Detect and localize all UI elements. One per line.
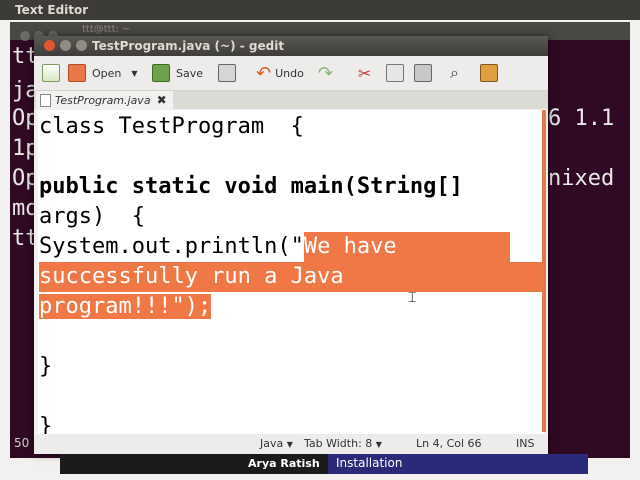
chevron-down-icon: ▼ — [286, 440, 293, 449]
cursor-position: Ln 4, Col 66 — [416, 437, 482, 450]
toolbar: Open ▼ Save ↶ Undo ↷ ✂ ⌕ — [34, 56, 548, 91]
paste-icon — [414, 64, 432, 82]
language-label: Java — [260, 437, 284, 450]
insert-mode: INS — [516, 437, 535, 450]
top-panel: Text Editor — [0, 0, 640, 20]
close-icon[interactable]: ✖ — [157, 93, 167, 107]
new-document-icon — [42, 64, 60, 82]
replace-button[interactable] — [480, 63, 504, 83]
gedit-window[interactable]: TestProgram.java (~) - gedit Open ▼ Save … — [34, 36, 548, 454]
scrollbar[interactable] — [542, 110, 546, 432]
cut-button[interactable]: ✂ — [358, 63, 371, 83]
tab-width-selector[interactable]: Tab Width: 8 ▼ — [304, 437, 382, 450]
author-name: Arya Ratish — [248, 457, 320, 470]
code-line: class TestProgram { — [39, 112, 304, 142]
copy-icon — [386, 64, 404, 82]
replace-icon — [480, 64, 498, 82]
code-line: } — [39, 412, 52, 434]
code-text: args) { — [39, 204, 145, 229]
redo-button[interactable]: ↷ — [318, 62, 334, 84]
close-icon[interactable] — [20, 31, 30, 41]
open-icon — [68, 64, 86, 82]
new-button[interactable] — [42, 63, 66, 83]
text-cursor-icon: ⌶ — [408, 290, 417, 306]
terminal-title: ttt@ttt: ~ — [82, 24, 131, 35]
status-bar: Java ▼ Tab Width: 8 ▼ Ln 4, Col 66 INS — [34, 434, 548, 454]
save-button[interactable]: Save — [152, 63, 203, 83]
save-label: Save — [176, 66, 204, 80]
terminal-line: 50 — [14, 436, 30, 450]
code-line: args) { — [39, 202, 145, 232]
maximize-icon[interactable] — [76, 40, 87, 51]
undo-label: Undo — [275, 66, 304, 80]
code-line: } — [39, 352, 52, 382]
redo-icon: ↷ — [318, 62, 334, 84]
minimize-icon[interactable] — [60, 40, 71, 51]
tab-label: TestProgram.java — [55, 93, 151, 107]
code-text: System.out.println(" — [39, 234, 304, 259]
tab-width-label: Tab Width: 8 — [304, 437, 373, 450]
editor-text-area[interactable]: class TestProgram { public static void m… — [38, 110, 544, 434]
cut-icon: ✂ — [358, 63, 372, 83]
tab-testprogram[interactable]: TestProgram.java ✖ — [36, 91, 173, 109]
copy-button[interactable] — [386, 63, 410, 83]
window-title: TestProgram.java (~) - gedit — [92, 39, 285, 53]
terminal-line: 6 1.1 — [548, 106, 615, 131]
selected-text: successfully run a Java — [39, 262, 544, 292]
topic-label: Installation — [328, 454, 588, 474]
gedit-titlebar[interactable]: TestProgram.java (~) - gedit — [34, 36, 548, 56]
open-button[interactable]: Open ▼ — [68, 63, 138, 83]
find-button[interactable]: ⌕ — [450, 63, 459, 83]
undo-icon: ↶ — [256, 62, 272, 84]
app-title: Text Editor — [15, 3, 89, 17]
code-text: } — [39, 354, 53, 379]
code-text: class TestProgram { — [39, 114, 304, 139]
selected-text: program!!!"); — [39, 294, 212, 319]
chevron-down-icon: ▼ — [375, 440, 382, 449]
chevron-down-icon[interactable]: ▼ — [131, 69, 137, 78]
selected-text: We have — [303, 232, 510, 262]
tab-bar: TestProgram.java ✖ — [34, 91, 548, 109]
code-text: public static void main(String[] — [39, 174, 463, 199]
print-button[interactable] — [218, 63, 242, 83]
code-line: System.out.println("We have — [39, 232, 544, 262]
code-text: } — [39, 414, 53, 434]
paste-button[interactable] — [414, 63, 438, 83]
code-line: program!!!"); — [39, 292, 212, 322]
video-caption-bar: Arya Ratish Installation — [60, 454, 588, 474]
terminal-line: nixed — [548, 166, 615, 191]
search-icon: ⌕ — [450, 63, 459, 82]
file-icon — [40, 93, 51, 107]
open-label: Open — [92, 66, 122, 80]
close-icon[interactable] — [44, 40, 55, 51]
code-line: public static void main(String[] — [39, 172, 463, 202]
save-icon — [152, 64, 170, 82]
undo-button[interactable]: ↶ Undo — [256, 62, 304, 84]
language-selector[interactable]: Java ▼ — [260, 437, 293, 450]
print-icon — [218, 64, 236, 82]
code-line: successfully run a Java — [39, 262, 544, 292]
